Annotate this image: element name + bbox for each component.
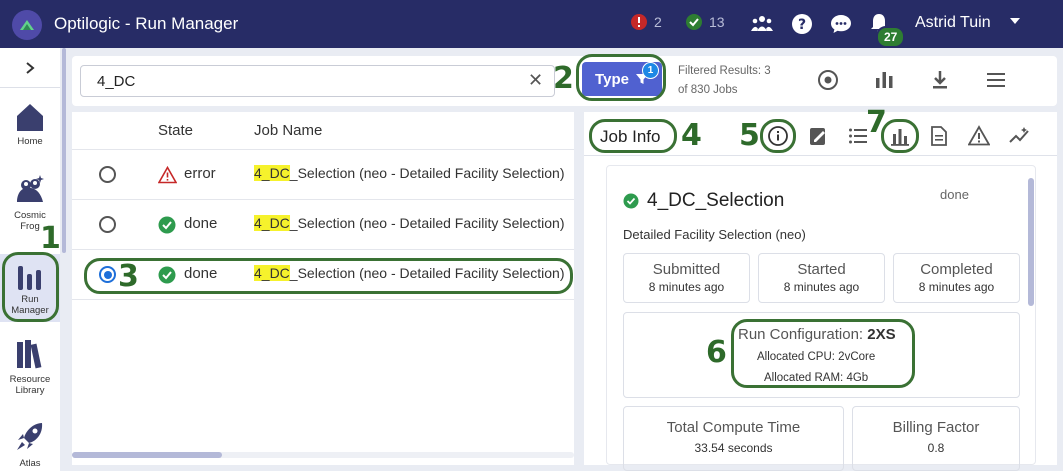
search-highlight: 4_DC [254,215,290,231]
svg-text:?: ? [798,17,806,33]
stat-label: Total Compute Time [666,419,801,436]
error-icon [631,14,647,30]
stat-label: Billing Factor [892,419,980,436]
sidebar-item-label: Resource [9,374,51,385]
done-count-indicator[interactable]: 13 [685,13,725,31]
table-horizontal-scrollbar[interactable] [72,452,222,458]
annotation-number-4: 4 [681,118,702,153]
annotation-number-2: 2 [553,61,574,96]
table-row[interactable]: error 4_DC_Selection (neo - Detailed Fac… [72,150,574,200]
sidebar-item-label: Cosmic [14,210,46,221]
job-name-rest: _Selection (neo - Detailed Facility Sele… [289,165,565,181]
search-input[interactable] [80,65,555,97]
annotation-number-3: 3 [118,259,139,294]
annotation-box-2 [576,54,666,101]
stat-value: 33.54 seconds [694,441,773,455]
help-icon[interactable]: ? [790,12,814,36]
app-title: Optilogic - Run Manager [54,14,239,33]
job-name[interactable]: 4_DC_Selection (neo - Detailed Facility … [254,165,565,181]
annotation-number-6: 6 [706,335,727,370]
column-header-state[interactable]: State [158,122,193,139]
notification-count-badge: 27 [876,26,906,48]
rocket-icon [17,423,43,450]
check-circle-icon [158,216,176,234]
detail-vertical-scrollbar[interactable] [1028,178,1034,306]
job-state: done [184,215,218,232]
table-row[interactable]: done 4_DC_Selection (neo - Detailed Faci… [72,200,574,250]
books-icon [17,340,42,369]
stat-value: 8 minutes ago [648,280,725,294]
document-icon[interactable] [928,125,950,147]
stat-label: Submitted [652,261,721,278]
clear-search-icon[interactable]: ✕ [528,70,543,91]
sidebar-item-label-2: Library [15,385,45,396]
sidebar-item-label: Atlas [19,458,41,469]
warning-icon [158,166,177,184]
stat-card-compute-time: Total Compute Time 33.54 seconds [623,406,844,471]
job-name-rest: _Selection (neo - Detailed Facility Sele… [289,215,565,231]
optilogic-logo-icon[interactable] [12,10,42,40]
cosmic-frog-icon [17,175,44,202]
sidebar-item-home[interactable]: Home [0,102,60,147]
download-icon[interactable] [928,68,952,92]
error-count: 2 [654,14,662,30]
stat-card-completed: Completed 8 minutes ago [893,253,1020,303]
error-count-indicator[interactable]: 2 [630,13,662,31]
caret-down-icon[interactable] [1008,14,1022,28]
stat-value: 8 minutes ago [783,280,860,294]
bar-chart-icon[interactable] [872,68,896,92]
sidebar-scrollbar[interactable] [62,48,66,253]
sidebar-item-label: Home [17,136,43,147]
annotation-box-6 [731,319,915,388]
annotation-box-5 [760,119,796,153]
filtered-results-line1: Filtered Results: 3 [678,65,771,77]
annotation-number-7: 7 [866,105,887,140]
column-header-job-name[interactable]: Job Name [254,122,322,139]
row-select-radio[interactable] [99,166,116,183]
job-state: error [184,165,216,182]
stat-card-started: Started 8 minutes ago [758,253,885,303]
edit-note-icon[interactable] [807,125,829,147]
done-count: 13 [709,14,725,30]
home-icon [17,104,43,131]
team-icon[interactable] [750,12,774,36]
record-icon[interactable] [816,68,840,92]
row-select-radio[interactable] [99,216,116,233]
filtered-results: Filtered Results: 3 of 830 Jobs [678,62,771,100]
stat-value: 8 minutes ago [918,280,995,294]
job-status: done [940,187,969,202]
stat-label: Completed [920,261,993,278]
stat-card-submitted: Submitted 8 minutes ago [623,253,750,303]
stat-label: Started [797,261,846,278]
user-name[interactable]: Astrid Tuin [915,14,991,32]
annotation-box-1 [2,252,59,322]
sparkle-chart-icon[interactable] [1008,125,1030,147]
job-name[interactable]: 4_DC_Selection (neo - Detailed Facility … [254,215,565,231]
warning-icon[interactable] [968,125,990,147]
chevron-right-icon [26,61,35,74]
annotation-number-5: 5 [739,118,760,153]
check-circle-icon [686,14,702,30]
annotation-number-1: 1 [40,221,61,256]
stat-card-billing-factor: Billing Factor 0.8 [852,406,1020,471]
annotation-box-3 [84,258,573,294]
sidebar-expand-button[interactable] [0,48,60,88]
check-circle-icon [623,193,639,209]
chat-icon[interactable] [829,12,853,36]
sidebar-item-resource-library[interactable]: Resource Library [0,338,60,396]
annotation-box-4 [589,119,677,153]
search-highlight: 4_DC [254,165,290,181]
job-subtitle: Detailed Facility Selection (neo) [623,227,806,242]
sidebar-item-atlas[interactable]: Atlas [0,420,60,469]
job-title: 4_DC_Selection [647,190,785,211]
filtered-results-line2: of 830 Jobs [678,84,738,96]
menu-icon[interactable] [984,68,1008,92]
stat-value: 0.8 [927,441,945,455]
